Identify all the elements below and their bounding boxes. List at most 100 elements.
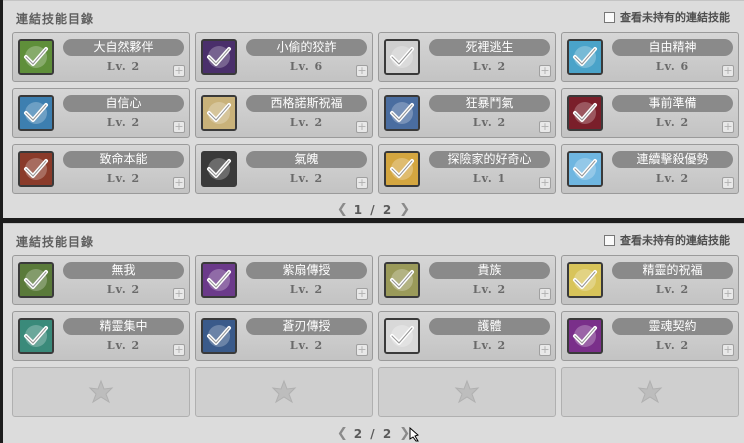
- maple-leaf-icon: [271, 379, 297, 404]
- level-up-button[interactable]: +: [722, 344, 734, 356]
- skill-card[interactable]: 探險家的好奇心 Lv. 1 +: [378, 144, 556, 194]
- page-indicator: 1 / 2: [353, 202, 394, 217]
- skill-name: 氣魄: [246, 151, 367, 168]
- skill-card[interactable]: 死裡逃生 Lv. 2 +: [378, 32, 556, 82]
- level-up-button[interactable]: +: [722, 65, 734, 77]
- level-up-button[interactable]: +: [356, 121, 368, 133]
- skill-card[interactable]: 致命本能 Lv. 2 +: [12, 144, 190, 194]
- blue-blade-icon: [201, 318, 237, 354]
- skill-card[interactable]: 貴族 Lv. 2 +: [378, 255, 556, 305]
- level-up-button[interactable]: +: [722, 288, 734, 300]
- fury-unleashed-icon: [384, 95, 420, 131]
- spirit-of-freedom-icon: [567, 39, 603, 75]
- skill-card[interactable]: 大自然夥伴 Lv. 2 +: [12, 32, 190, 82]
- elemental-focus-icon: [18, 318, 54, 354]
- mouse-cursor-icon: [409, 427, 419, 442]
- noble-icon: [384, 262, 420, 298]
- skill-card[interactable]: 靈魂契約 Lv. 2 +: [561, 311, 739, 361]
- skill-name: 精靈集中: [63, 318, 184, 335]
- level-up-button[interactable]: +: [722, 121, 734, 133]
- skill-card[interactable]: 事前準備 Lv. 2 +: [561, 88, 739, 138]
- show-unowned-toggle[interactable]: 查看未持有的連結技能: [604, 9, 730, 25]
- maple-leaf-icon: [454, 379, 480, 404]
- skill-name: 無我: [63, 262, 184, 279]
- panel-title: 連結技能目錄: [16, 235, 95, 249]
- skill-name: 連續擊殺優勢: [612, 151, 733, 168]
- skill-name: 蒼刃傳授: [246, 318, 367, 335]
- skill-card[interactable]: 氣魄 Lv. 2 +: [195, 144, 373, 194]
- level-up-button[interactable]: +: [173, 121, 185, 133]
- skill-card[interactable]: 連續擊殺優勢 Lv. 2 +: [561, 144, 739, 194]
- maple-leaf-icon: [88, 379, 114, 404]
- level-up-button[interactable]: +: [356, 177, 368, 189]
- skill-level: Lv. 2: [472, 116, 507, 129]
- empty-skill-slot: [561, 367, 739, 417]
- skill-card[interactable]: 狂暴鬥氣 Lv. 2 +: [378, 88, 556, 138]
- body-guard-icon: [384, 318, 420, 354]
- skill-card[interactable]: 紫扇傳授 Lv. 2 +: [195, 255, 373, 305]
- selflessness-icon: [18, 262, 54, 298]
- skill-card[interactable]: 自由精神 Lv. 6 +: [561, 32, 739, 82]
- level-up-button[interactable]: +: [539, 121, 551, 133]
- skill-level: Lv. 6: [655, 60, 690, 73]
- skill-level: Lv. 2: [655, 339, 690, 352]
- skill-level: Lv. 2: [106, 116, 141, 129]
- level-up-button[interactable]: +: [356, 65, 368, 77]
- page-indicator: 2 / 2: [353, 426, 394, 441]
- skill-name: 致命本能: [63, 151, 184, 168]
- level-up-button[interactable]: +: [539, 65, 551, 77]
- show-unowned-checkbox[interactable]: [604, 234, 615, 246]
- skill-level: Lv. 2: [655, 116, 690, 129]
- skill-name: 護體: [429, 318, 550, 335]
- skill-level: Lv. 1: [472, 172, 507, 185]
- empty-skill-slot: [12, 367, 190, 417]
- skill-card[interactable]: 蒼刃傳授 Lv. 2 +: [195, 311, 373, 361]
- skill-card[interactable]: 西格諾斯祝福 Lv. 2 +: [195, 88, 373, 138]
- skill-name: 靈魂契約: [612, 318, 733, 335]
- nature-partner-icon: [18, 39, 54, 75]
- skill-name: 大自然夥伴: [63, 39, 184, 56]
- pagination: ❮ 1 / 2 ❯: [3, 202, 744, 217]
- next-page-button[interactable]: ❯: [399, 202, 410, 217]
- deadly-instinct-icon: [18, 151, 54, 187]
- skill-grid: 大自然夥伴 Lv. 2 + 小偷的狡詐 Lv. 6 + 死裡逃生 Lv. 2 + 自由精神 Lv. …: [12, 32, 743, 194]
- level-up-button[interactable]: +: [173, 177, 185, 189]
- skill-level: Lv. 2: [289, 172, 324, 185]
- purple-fan-icon: [201, 262, 237, 298]
- skill-level: Lv. 2: [655, 172, 690, 185]
- skill-card[interactable]: 精靈的祝福 Lv. 2 +: [561, 255, 739, 305]
- skill-card[interactable]: 精靈集中 Lv. 2 +: [12, 311, 190, 361]
- preparation-icon: [567, 95, 603, 131]
- narrow-escape-icon: [384, 39, 420, 75]
- skill-card[interactable]: 小偷的狡詐 Lv. 6 +: [195, 32, 373, 82]
- skill-card[interactable]: 自信心 Lv. 2 +: [12, 88, 190, 138]
- combo-kill-icon: [567, 151, 603, 187]
- level-up-button[interactable]: +: [173, 288, 185, 300]
- level-up-button[interactable]: +: [722, 177, 734, 189]
- level-up-button[interactable]: +: [539, 288, 551, 300]
- show-unowned-toggle[interactable]: 查看未持有的連結技能: [604, 232, 730, 248]
- skill-name: 事前準備: [612, 95, 733, 112]
- skill-name: 精靈的祝福: [612, 262, 733, 279]
- spirit-icon: [201, 151, 237, 187]
- skill-level: Lv. 2: [289, 283, 324, 296]
- link-skill-panel-page-2: 連結技能目錄 查看未持有的連結技能 無我 Lv. 2 + 紫扇傳授 Lv. 2 + 貴族 Lv…: [3, 223, 744, 443]
- show-unowned-checkbox[interactable]: [604, 11, 615, 23]
- skill-name: 死裡逃生: [429, 39, 550, 56]
- skill-card[interactable]: 護體 Lv. 2 +: [378, 311, 556, 361]
- skill-card[interactable]: 無我 Lv. 2 +: [12, 255, 190, 305]
- prev-page-button[interactable]: ❮: [337, 426, 348, 441]
- skill-level: Lv. 2: [289, 116, 324, 129]
- level-up-button[interactable]: +: [356, 288, 368, 300]
- skill-name: 貴族: [429, 262, 550, 279]
- skill-name: 小偷的狡詐: [246, 39, 367, 56]
- level-up-button[interactable]: +: [356, 344, 368, 356]
- prev-page-button[interactable]: ❮: [337, 202, 348, 217]
- skill-level: Lv. 6: [289, 60, 324, 73]
- level-up-button[interactable]: +: [173, 344, 185, 356]
- level-up-button[interactable]: +: [173, 65, 185, 77]
- empty-skill-slot: [195, 367, 373, 417]
- skill-name: 自由精神: [612, 39, 733, 56]
- level-up-button[interactable]: +: [539, 177, 551, 189]
- level-up-button[interactable]: +: [539, 344, 551, 356]
